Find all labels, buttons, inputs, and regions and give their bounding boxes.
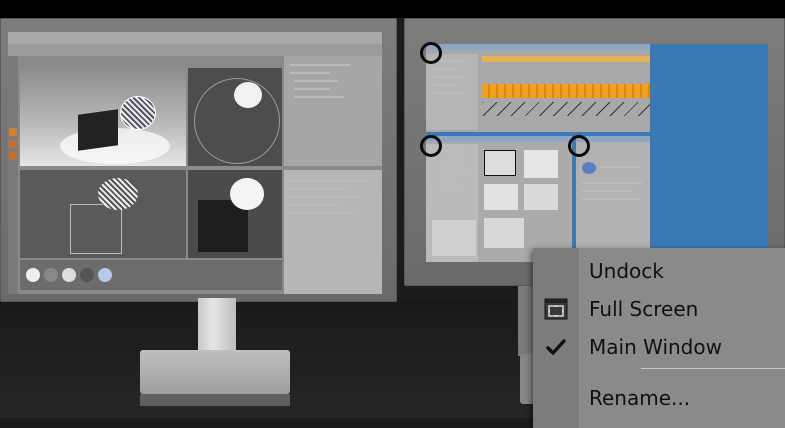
tool-icon[interactable] <box>9 140 17 148</box>
window-title <box>426 44 650 50</box>
window-title <box>426 136 572 142</box>
object-manager-panel <box>284 56 382 166</box>
cube-object <box>78 109 118 151</box>
tool-icon[interactable] <box>9 152 17 160</box>
timeline-tracks <box>426 54 478 130</box>
keyframe-track <box>482 84 650 98</box>
top-shadow <box>0 0 785 18</box>
timeline-bar <box>482 56 650 62</box>
material-preview <box>582 162 596 174</box>
viewport-right[interactable] <box>188 170 282 258</box>
attributes-panel <box>284 170 382 294</box>
pen-thumbnail[interactable] <box>484 184 518 210</box>
viewport-perspective[interactable] <box>20 68 186 166</box>
menu-item-rename[interactable]: Rename... <box>533 379 785 417</box>
content-browser-window[interactable] <box>426 136 572 262</box>
dual-monitor-scene: Undock Full Screen Main Window Rename... <box>0 0 785 428</box>
wire-sphere-2 <box>98 178 138 210</box>
sphere-object-2 <box>230 178 264 210</box>
highlight-circle-browser <box>420 135 442 157</box>
left-monitor <box>0 18 397 302</box>
checkmark-icon <box>543 334 569 360</box>
left-monitor-screen <box>8 32 382 294</box>
fullscreen-icon <box>543 296 569 322</box>
left-stand-neck <box>198 298 236 356</box>
left-stand-base <box>140 350 290 394</box>
menu-item-full-screen[interactable]: Full Screen <box>533 290 785 328</box>
preview-thumbnail[interactable] <box>432 220 476 256</box>
app-title-bar <box>8 32 382 44</box>
material-swatch[interactable] <box>44 268 58 282</box>
sphere-object <box>234 82 262 108</box>
viewport-front[interactable] <box>20 170 186 258</box>
left-tool-column <box>8 56 18 294</box>
highlight-circle-timeline <box>420 42 442 64</box>
timeline-window[interactable] <box>426 44 650 132</box>
menu-item-label: Full Screen <box>589 297 699 321</box>
material-swatch[interactable] <box>62 268 76 282</box>
render-thumbnail[interactable] <box>484 218 524 248</box>
menu-item-label: Main Window <box>589 335 722 359</box>
folder-thumbnail[interactable] <box>484 150 516 176</box>
right-monitor <box>404 18 785 286</box>
right-monitor-screen <box>426 44 768 262</box>
wire-cube <box>70 204 122 254</box>
menu-item-label: Rename... <box>589 386 691 410</box>
attribute-window[interactable] <box>576 136 650 262</box>
menu-separator <box>641 368 785 369</box>
scene-thumbnail[interactable] <box>524 150 558 178</box>
tool-icon[interactable] <box>9 128 17 136</box>
app-toolbar <box>8 44 382 56</box>
tool-thumbnail[interactable] <box>524 184 558 210</box>
highlight-circle-attributes <box>568 135 590 157</box>
material-swatch[interactable] <box>80 268 94 282</box>
viewport-top[interactable] <box>188 68 282 166</box>
material-swatch[interactable] <box>26 268 40 282</box>
menu-item-main-window[interactable]: Main Window <box>533 328 785 366</box>
menu-item-label: Undock <box>589 259 664 283</box>
material-swatch[interactable] <box>98 268 112 282</box>
window-context-menu: Undock Full Screen Main Window Rename... <box>533 248 785 428</box>
menu-item-undock[interactable]: Undock <box>533 252 785 290</box>
left-stand-base-edge <box>140 394 290 406</box>
fcurve-track <box>482 102 650 116</box>
material-manager <box>20 260 282 290</box>
wire-sphere <box>120 96 156 130</box>
